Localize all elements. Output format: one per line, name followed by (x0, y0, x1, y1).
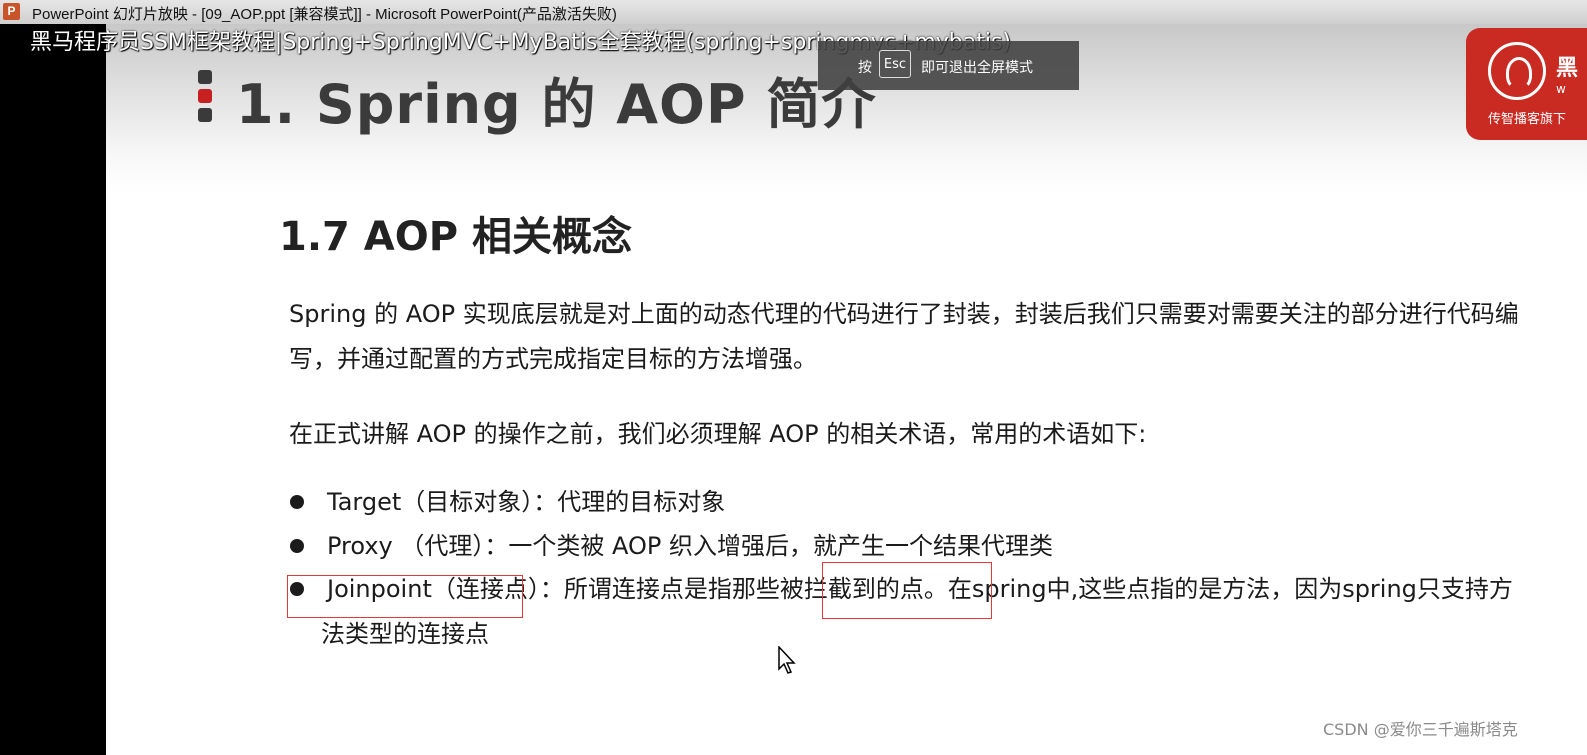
window-title: PowerPoint 幻灯片放映 - [09_AOP.ppt [兼容模式]] -… (32, 6, 617, 23)
logo-char: 黑 (1556, 56, 1579, 81)
horse-logo-icon (1488, 42, 1546, 100)
esc-notice-prefix: 按 (858, 60, 872, 76)
mouse-cursor-icon (778, 646, 796, 674)
window-title-bar: P PowerPoint 幻灯片放映 - [09_AOP.ppt [兼容模式]]… (0, 0, 1587, 25)
left-black-margin (0, 24, 106, 755)
fullscreen-exit-notice: 按 Esc 即可退出全屏模式 (818, 41, 1079, 90)
bullet-text-continued: 法类型的连接点 (321, 620, 489, 648)
esc-key-badge: Esc (879, 50, 911, 78)
list-item: Proxy （代理）：一个类被 AOP 织入增强后，就产生一个结果代理类 (289, 524, 1189, 568)
logo-small-text: w (1556, 82, 1566, 96)
bullet-icon (290, 539, 304, 553)
powerpoint-app-icon: P (3, 3, 20, 20)
bullet-icon (290, 495, 304, 509)
annotation-highlight-box (287, 575, 523, 618)
terms-intro-paragraph: 在正式讲解 AOP 的操作之前，我们必须理解 AOP 的相关术语，常用的术语如下… (289, 420, 1147, 448)
brand-logo: 黑 w 传智播客旗下 (1466, 28, 1587, 140)
slide-title: 1. Spring 的 AOP 简介 (236, 73, 877, 136)
annotation-highlight-box (822, 562, 992, 619)
csdn-watermark: CSDN @爱你三千遍斯塔克 (1323, 720, 1518, 739)
list-item: Target（目标对象）：代理的目标对象 (289, 480, 1089, 524)
logo-tagline: 传智播客旗下 (1488, 112, 1567, 127)
title-marker-icon (198, 70, 214, 127)
esc-notice-suffix: 即可退出全屏模式 (921, 60, 1033, 76)
intro-paragraph: Spring 的 AOP 实现底层就是对上面的动态代理的代码进行了封装，封装后我… (289, 300, 1519, 373)
bullet-text: Target（目标对象）：代理的目标对象 (327, 488, 726, 516)
section-title: 1.7 AOP 相关概念 (279, 214, 632, 260)
